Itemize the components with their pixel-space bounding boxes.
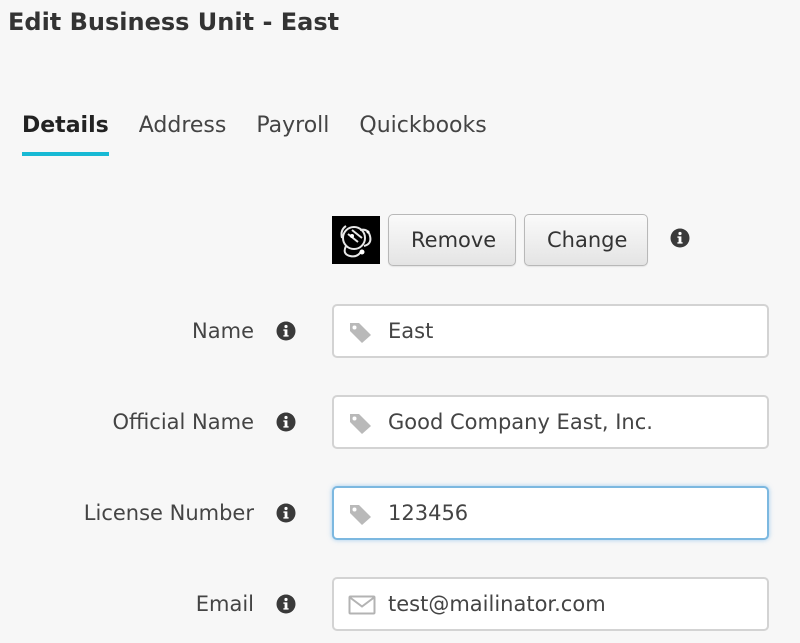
email-field-row: Email (0, 577, 800, 631)
tab-details[interactable]: Details (22, 110, 109, 156)
tab-address[interactable]: Address (139, 110, 227, 156)
email-input-wrapper (332, 577, 769, 631)
name-input-wrapper (332, 304, 769, 358)
change-logo-button[interactable]: Change (524, 214, 648, 266)
email-input[interactable] (388, 579, 758, 629)
edit-business-unit-page: Edit Business Unit - East Details Addres… (0, 0, 800, 643)
info-circle-icon[interactable] (670, 228, 690, 248)
info-circle-icon[interactable] (276, 503, 296, 523)
name-input[interactable] (388, 306, 758, 356)
logo-controls: Remove Change (332, 213, 648, 267)
license-number-label: License Number (83, 501, 254, 525)
license-number-input[interactable] (388, 488, 758, 538)
email-label: Email (195, 592, 254, 616)
official-name-label: Official Name (112, 410, 254, 434)
official-name-input[interactable] (388, 397, 758, 447)
remove-logo-button[interactable]: Remove (388, 214, 516, 266)
info-circle-icon[interactable] (276, 321, 296, 341)
license-number-input-wrapper (332, 486, 769, 540)
tab-payroll[interactable]: Payroll (256, 110, 329, 156)
tab-quickbooks[interactable]: Quickbooks (359, 110, 486, 156)
name-label: Name (192, 319, 254, 343)
info-circle-icon[interactable] (276, 594, 296, 614)
logo-image (332, 216, 380, 264)
official-name-input-wrapper (332, 395, 769, 449)
page-title: Edit Business Unit - East (8, 8, 340, 36)
envelope-icon (348, 594, 376, 616)
tag-icon (348, 412, 374, 434)
info-circle-icon[interactable] (276, 412, 296, 432)
official-name-field-row: Official Name (0, 395, 800, 449)
license-number-field-row: License Number (0, 486, 800, 540)
tag-icon (348, 321, 374, 343)
tab-bar: Details Address Payroll Quickbooks (22, 110, 517, 156)
tag-icon (348, 503, 374, 525)
name-field-row: Name (0, 304, 800, 358)
business-unit-logo (332, 216, 380, 264)
